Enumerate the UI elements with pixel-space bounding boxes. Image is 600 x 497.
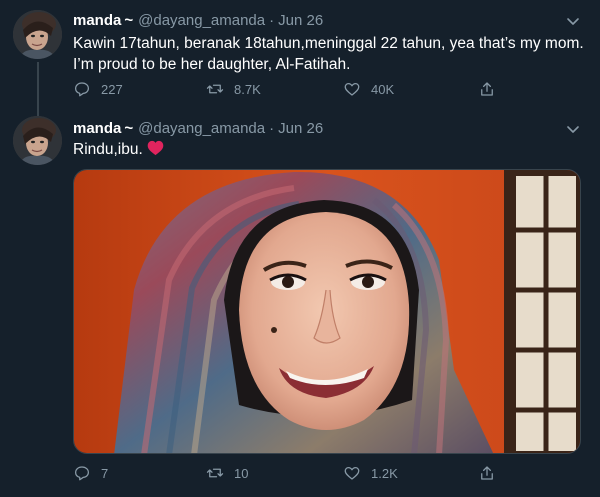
like-count: 40K bbox=[371, 81, 395, 97]
tweet[interactable]: manda ~ @dayang_amanda · Jun 26 Rindu,ib… bbox=[0, 108, 600, 497]
tweet-text-line: Kawin 17tahun, beranak 18tahun,meninggal… bbox=[73, 35, 584, 52]
tweet-text: Kawin 17tahun, beranak 18tahun,meninggal… bbox=[73, 33, 584, 75]
reply-count: 7 bbox=[101, 465, 109, 481]
retweet-icon bbox=[206, 468, 224, 478]
retweet-icon bbox=[206, 84, 224, 94]
like-button[interactable]: 40K bbox=[343, 80, 394, 98]
like-count: 1.2K bbox=[371, 465, 398, 481]
share-icon bbox=[481, 466, 493, 480]
tweet-text: Rindu,ibu. bbox=[73, 139, 164, 162]
like-button[interactable]: 1.2K bbox=[343, 464, 398, 482]
tweet-header: manda ~ @dayang_amanda · Jun 26 bbox=[73, 118, 323, 138]
separator: · bbox=[269, 119, 275, 137]
display-name[interactable]: manda bbox=[73, 120, 121, 137]
chevron-down-icon[interactable] bbox=[564, 12, 582, 30]
name-suffix: ~ bbox=[124, 11, 134, 29]
retweet-button[interactable]: 8.7K bbox=[206, 80, 261, 98]
reply-icon bbox=[74, 82, 90, 97]
avatar[interactable] bbox=[13, 116, 62, 165]
reply-button[interactable]: 227 bbox=[73, 80, 123, 98]
retweet-count: 10 bbox=[234, 465, 249, 481]
tweet-header: manda ~ @dayang_amanda · Jun 26 bbox=[73, 10, 323, 30]
name-suffix: ~ bbox=[124, 119, 134, 137]
red-heart-emoji bbox=[147, 140, 164, 162]
tweet[interactable]: manda ~ @dayang_amanda · Jun 26 Kawin 17… bbox=[0, 0, 600, 108]
timestamp[interactable]: Jun 26 bbox=[278, 12, 323, 29]
tweet-text-line: Rindu,ibu. bbox=[73, 141, 143, 158]
thread-line bbox=[37, 62, 39, 108]
chevron-down-icon[interactable] bbox=[564, 120, 582, 138]
username[interactable]: @dayang_amanda bbox=[138, 120, 265, 137]
separator: · bbox=[269, 11, 275, 29]
avatar[interactable] bbox=[13, 10, 62, 59]
like-icon bbox=[344, 82, 360, 96]
share-button[interactable] bbox=[478, 464, 506, 482]
action-bar: 227 8.7K 40K bbox=[73, 78, 513, 100]
display-name[interactable]: manda bbox=[73, 12, 121, 29]
thread-line bbox=[37, 108, 39, 116]
action-bar: 7 10 1.2K bbox=[73, 462, 513, 484]
reply-count: 227 bbox=[101, 81, 123, 97]
timestamp[interactable]: Jun 26 bbox=[278, 120, 323, 137]
reply-button[interactable]: 7 bbox=[73, 464, 108, 482]
username[interactable]: @dayang_amanda bbox=[138, 12, 265, 29]
like-icon bbox=[344, 466, 360, 480]
share-icon bbox=[481, 82, 493, 96]
retweet-count: 8.7K bbox=[234, 81, 261, 97]
tweet-text-line: I’m proud to be her daughter, Al-Fatihah… bbox=[73, 56, 351, 73]
tweet-photo[interactable] bbox=[73, 169, 581, 454]
retweet-button[interactable]: 10 bbox=[206, 464, 248, 482]
reply-icon bbox=[74, 466, 90, 481]
share-button[interactable] bbox=[478, 80, 506, 98]
